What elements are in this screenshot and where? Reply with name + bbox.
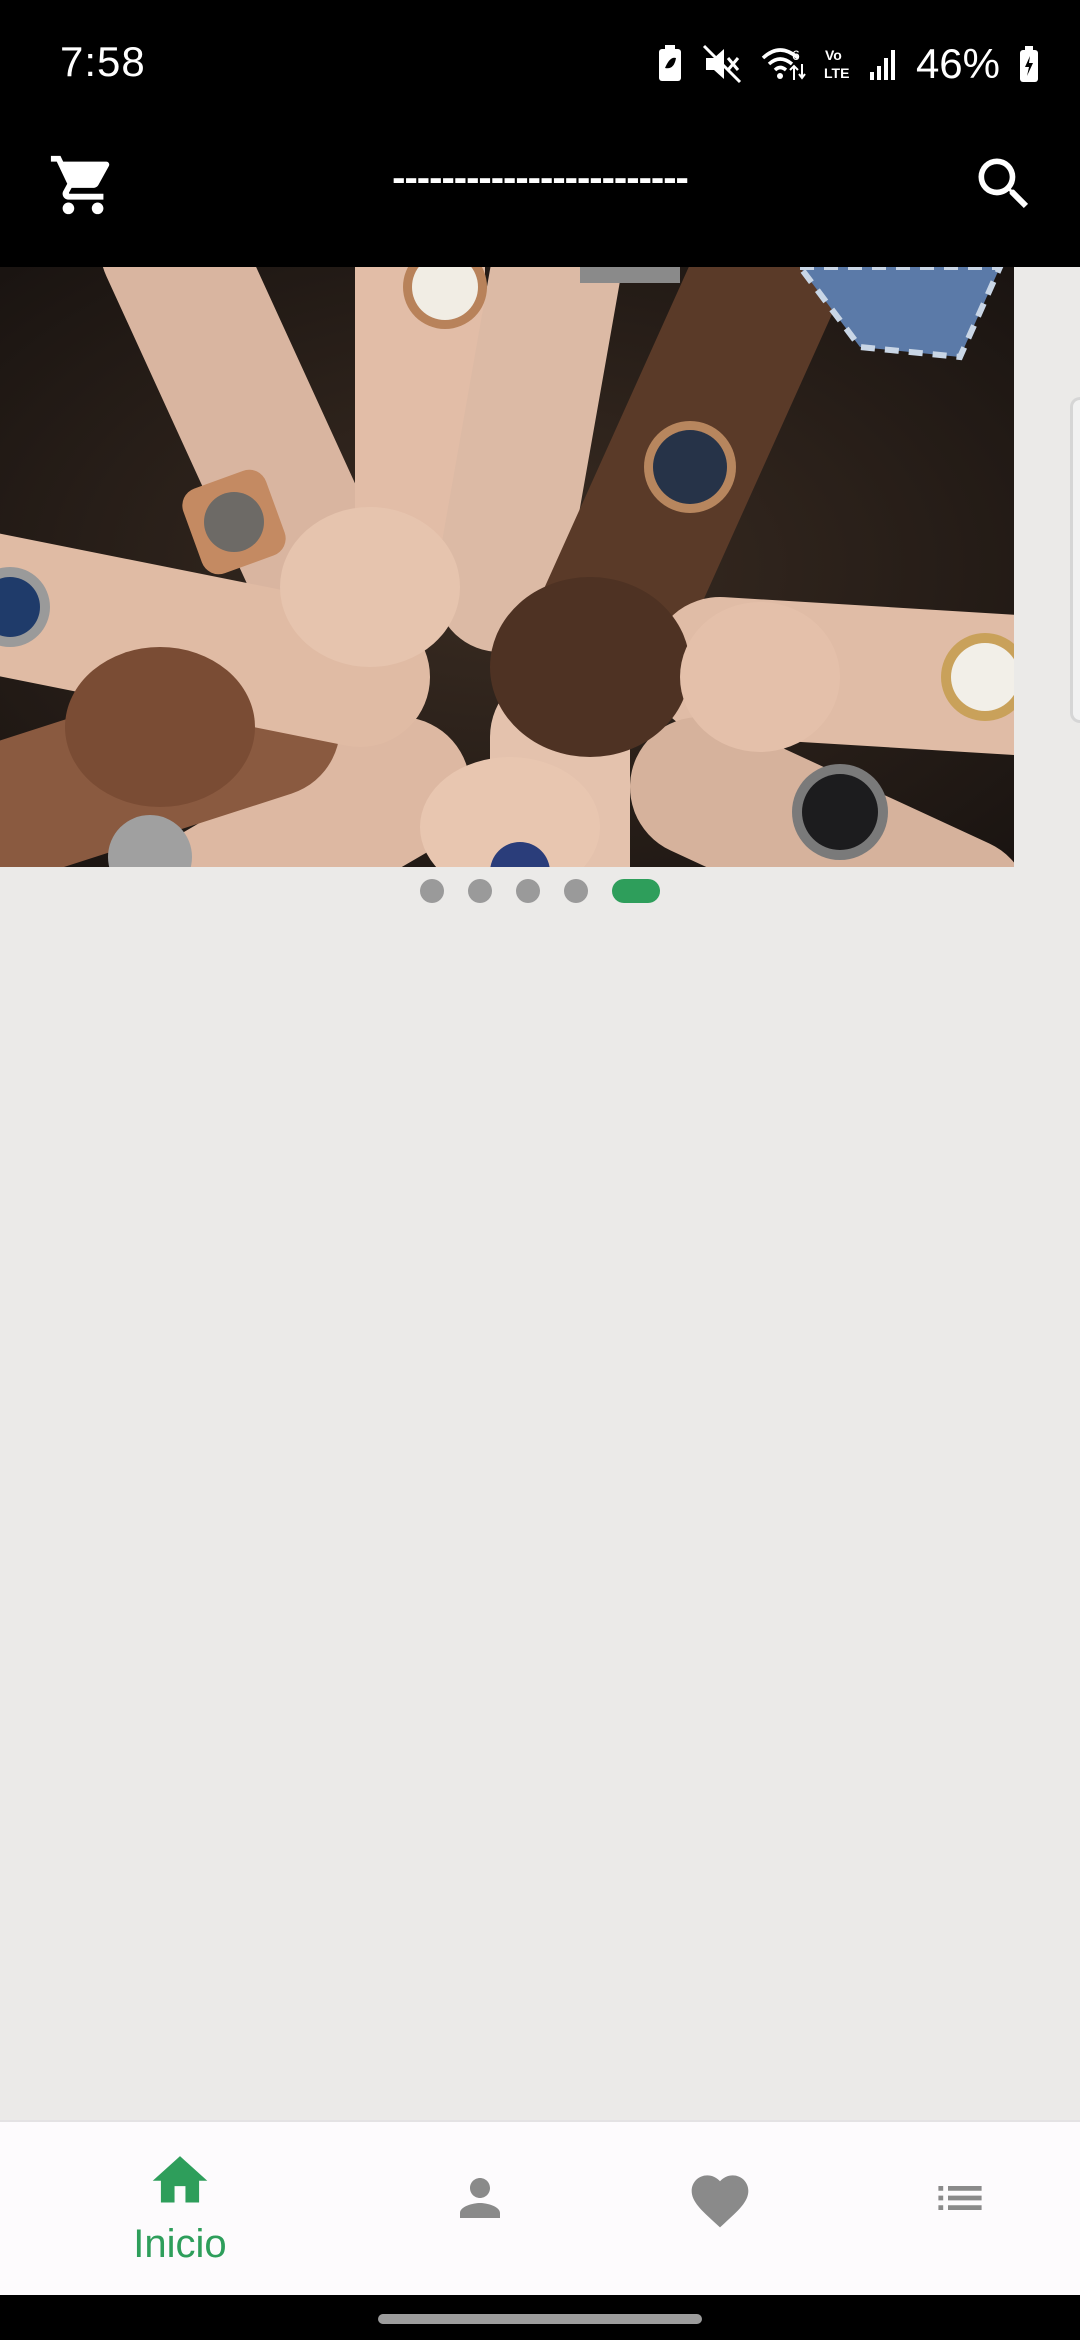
carousel-dot[interactable] — [420, 879, 444, 903]
nav-item-favorites[interactable] — [620, 2122, 820, 2297]
search-button[interactable] — [970, 150, 1038, 218]
battery-percent: 46% — [915, 40, 1000, 87]
svg-text:6: 6 — [792, 47, 800, 63]
battery-saver-icon — [658, 45, 681, 81]
nav-label-home: Inicio — [133, 2222, 227, 2266]
svg-text:LTE: LTE — [824, 65, 849, 81]
home-icon — [152, 2156, 208, 2203]
app-header: ------------------------ — [0, 130, 1080, 267]
carousel-dot[interactable] — [468, 879, 492, 903]
search-icon — [978, 158, 1029, 209]
signal-icon — [869, 50, 895, 80]
svg-text:Vo: Vo — [825, 47, 842, 63]
banner-carousel[interactable] — [0, 267, 1080, 867]
mute-icon — [702, 44, 741, 84]
status-bar: 7:58 6 Vo LTE 46% — [0, 0, 1080, 130]
wifi-icon: 6 — [761, 47, 806, 80]
carousel-indicators — [0, 878, 1080, 904]
nav-item-profile[interactable] — [380, 2122, 580, 2297]
status-icons: 6 Vo LTE 46% — [656, 38, 1040, 90]
next-slide-edge — [1070, 397, 1080, 723]
profile-icon — [460, 2178, 500, 2218]
status-time: 7:58 — [60, 38, 146, 85]
heart-icon — [691, 2175, 749, 2228]
home-gesture-handle[interactable] — [378, 2314, 702, 2324]
nav-item-home[interactable]: Inicio — [80, 2122, 280, 2297]
carousel-dot[interactable] — [612, 879, 660, 903]
nav-item-list[interactable] — [860, 2122, 1060, 2297]
header-title: ------------------------ — [392, 156, 689, 200]
bottom-navigation: Inicio — [0, 2120, 1080, 2297]
list-icon — [938, 2186, 982, 2210]
carousel-dot[interactable] — [516, 879, 540, 903]
battery-icon — [1020, 46, 1038, 82]
carousel-dot[interactable] — [564, 879, 588, 903]
watches-photo — [0, 267, 1014, 867]
carousel-slide-image[interactable] — [0, 267, 1014, 867]
gesture-navigation-bar — [0, 2295, 1080, 2340]
volte-icon: Vo LTE — [824, 47, 849, 81]
